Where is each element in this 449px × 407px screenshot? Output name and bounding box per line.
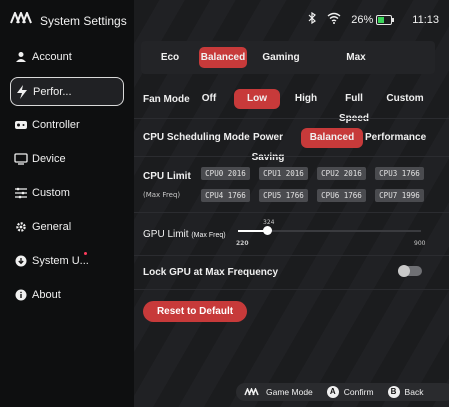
gear-icon: [10, 221, 32, 233]
top-bar: System Settings 26% 11:13: [0, 0, 449, 38]
fan-option-full-speed[interactable]: Full Speed: [330, 89, 378, 124]
controller-hint-bar: Game Mode A Confirm B Back: [236, 383, 449, 401]
gpu-limit-max: 900: [414, 240, 426, 247]
gpu-limit-title: GPU Limit: [143, 229, 189, 240]
gpu-limit-min: 220: [236, 240, 249, 247]
cpu-limit-sub: (Max Freq): [143, 191, 181, 199]
battery-status: 26%: [351, 13, 395, 26]
sidebar-item-label: About: [32, 289, 61, 301]
divider: [134, 212, 449, 213]
hint-game-mode[interactable]: Game Mode: [244, 387, 313, 397]
sliders-icon: [10, 187, 32, 199]
cpu-scheduling-label: CPU Scheduling Mode: [143, 132, 250, 143]
lock-gpu-label: Lock GPU at Max Frequency: [143, 267, 279, 278]
divider: [134, 118, 449, 119]
fan-option-custom[interactable]: Custom: [385, 89, 425, 109]
mode-tab-gaming[interactable]: Gaming: [256, 47, 306, 68]
sidebar-item-label: Controller: [32, 119, 80, 131]
cpu4-limit[interactable]: CPU4 1766: [201, 189, 250, 202]
app-title: System Settings: [40, 14, 127, 28]
cpu-limit-label: CPU Limit: [143, 171, 191, 182]
sidebar-item-label: System U...: [32, 255, 89, 267]
mode-tab-balanced[interactable]: Balanced: [199, 47, 247, 68]
sidebar-item-controller[interactable]: Controller: [10, 112, 122, 138]
cpu6-limit[interactable]: CPU6 1766: [317, 189, 366, 202]
sidebar-item-label: Account: [32, 51, 72, 63]
cpu-sched-power-saving[interactable]: Power Saving: [238, 128, 298, 163]
cpu1-limit[interactable]: CPU1 2016: [259, 167, 308, 180]
cpu2-limit[interactable]: CPU2 2016: [317, 167, 366, 180]
sidebar-item-label: Device: [32, 153, 66, 165]
hint-confirm[interactable]: A Confirm: [326, 386, 374, 398]
hint-back[interactable]: B Back: [387, 386, 424, 398]
game-mode-icon: [244, 388, 259, 396]
bluetooth-icon: [307, 11, 317, 27]
sidebar-item-system-update[interactable]: System U...: [10, 248, 122, 274]
fan-option-low[interactable]: Low: [234, 89, 280, 109]
gpu-limit-sub: (Max Freq): [191, 232, 226, 239]
sidebar-item-about[interactable]: About: [10, 282, 122, 308]
cpu-sched-performance[interactable]: Performance: [365, 128, 426, 148]
gpu-limit-value: 324: [263, 219, 275, 226]
clock: 11:13: [412, 13, 439, 26]
a-button-icon: A: [326, 386, 339, 398]
lightning-icon: [11, 84, 33, 99]
divider: [134, 156, 449, 157]
gpu-slider-knob[interactable]: [263, 226, 272, 235]
download-icon: [10, 255, 32, 267]
b-button-icon: B: [387, 386, 400, 398]
wifi-icon: [327, 12, 341, 27]
controller-icon: [10, 120, 32, 130]
device-icon: [10, 153, 32, 165]
sidebar-item-label: Custom: [32, 187, 70, 199]
gpu-limit-label: GPU Limit (Max Freq): [143, 229, 226, 240]
lock-gpu-toggle-knob: [398, 265, 410, 277]
fan-option-off[interactable]: Off: [194, 89, 224, 109]
cpu5-limit[interactable]: CPU5 1766: [259, 189, 308, 202]
notification-dot: [84, 252, 87, 255]
sidebar-item-device[interactable]: Device: [10, 146, 122, 172]
fan-option-high[interactable]: High: [290, 89, 322, 109]
divider: [134, 289, 449, 290]
cpu-sched-balanced[interactable]: Balanced: [301, 128, 363, 148]
cpu0-limit[interactable]: CPU0 2016: [201, 167, 250, 180]
sidebar-item-performance[interactable]: Perfor...: [10, 77, 124, 106]
cpu3-limit[interactable]: CPU3 1766: [375, 167, 424, 180]
user-icon: [10, 51, 32, 63]
sidebar-item-label: General: [32, 221, 72, 233]
hint-label: Game Mode: [266, 387, 313, 397]
sidebar-item-label: Perfor...: [33, 85, 72, 98]
sidebar-item-general[interactable]: General: [10, 214, 122, 240]
battery-icon: [376, 14, 395, 25]
divider: [134, 255, 449, 256]
sidebar-item-account[interactable]: Account: [10, 44, 122, 70]
hint-label: Back: [404, 387, 424, 397]
mode-tab-eco[interactable]: Eco: [146, 47, 194, 68]
hint-label: Confirm: [343, 387, 374, 397]
app-logo-icon: [10, 12, 32, 24]
reset-to-default-button[interactable]: Reset to Default: [143, 301, 247, 322]
mode-tab-max[interactable]: Max: [331, 47, 381, 68]
performance-mode-tabs: Eco Balanced Gaming Max: [141, 41, 435, 74]
cpu7-limit[interactable]: CPU7 1996: [375, 189, 424, 202]
status-bar: 26% 11:13: [307, 11, 439, 27]
battery-percent: 26%: [351, 13, 374, 26]
info-icon: [10, 289, 32, 301]
sidebar-item-custom[interactable]: Custom: [10, 180, 122, 206]
fan-mode-label: Fan Mode: [143, 94, 190, 105]
